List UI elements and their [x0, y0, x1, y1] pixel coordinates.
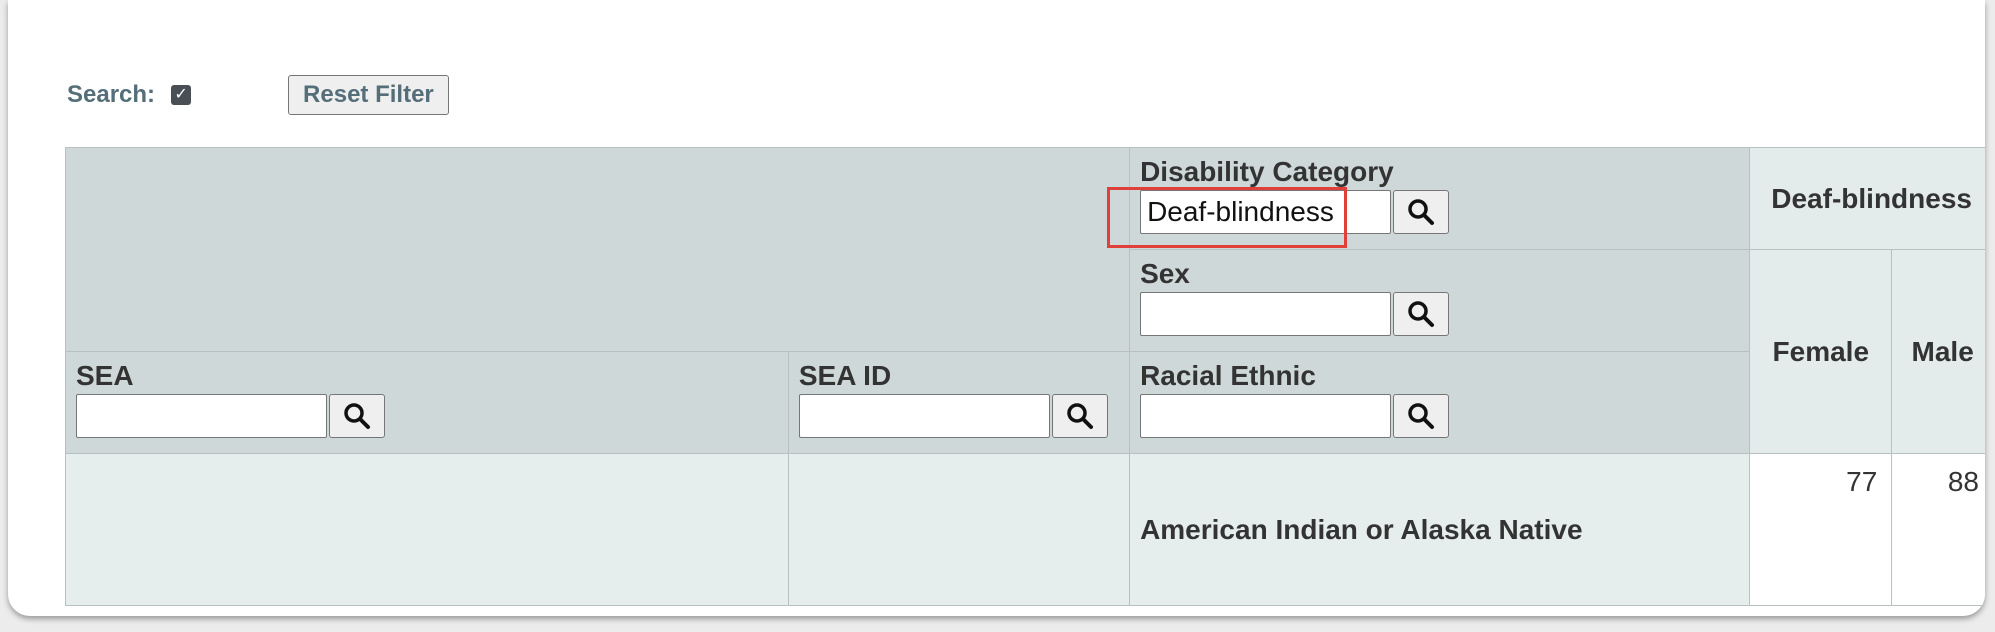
- disability-category-search-button[interactable]: [1393, 190, 1450, 234]
- sex-label: Sex: [1140, 258, 1190, 289]
- sex-input[interactable]: [1140, 292, 1392, 336]
- sex-search-button[interactable]: [1393, 292, 1450, 336]
- male-header: Male: [1891, 249, 1985, 454]
- checkmark-icon: ✓: [174, 86, 188, 103]
- sea-id-search-button[interactable]: [1051, 394, 1108, 438]
- disability-category-filter-cell: Disability Category: [1129, 147, 1751, 250]
- racial-ethnic-input[interactable]: [1140, 394, 1392, 438]
- table-row: American Indian or Alaska Native 77 88: [65, 453, 1985, 606]
- racial-ethnic-row-header: American Indian or Alaska Native: [1129, 453, 1751, 606]
- sea-cell: [65, 453, 789, 606]
- sea-id-input[interactable]: [798, 394, 1050, 438]
- racial-ethnic-search-button[interactable]: [1393, 394, 1450, 438]
- disability-category-input[interactable]: [1140, 190, 1392, 234]
- racial-ethnic-filter-cell: Racial Ethnic: [1129, 351, 1751, 454]
- pivot-table: Disability Category Deaf-blindness Sex: [64, 147, 1985, 606]
- search-icon: [1408, 199, 1435, 225]
- female-header: Female: [1749, 249, 1893, 454]
- sea-id-filter-cell: SEA ID: [787, 351, 1131, 454]
- category-value-header: Deaf-blindness: [1749, 147, 1985, 250]
- pivot-panel: Search: ✓ Reset Filter Disability Catego…: [8, 0, 1985, 616]
- search-icon: [1408, 403, 1435, 429]
- search-checkbox[interactable]: ✓: [171, 85, 192, 105]
- male-value-cell: 88: [1891, 453, 1985, 606]
- reset-filter-button[interactable]: Reset Filter: [288, 75, 449, 115]
- sea-id-cell: [787, 453, 1131, 606]
- filter-toolbar: Search: ✓ Reset Filter: [67, 75, 449, 115]
- sea-label: SEA: [76, 360, 134, 391]
- search-label: Search:: [67, 81, 156, 108]
- sea-id-label: SEA ID: [798, 360, 892, 391]
- search-icon: [1408, 301, 1435, 327]
- sea-input[interactable]: [76, 394, 327, 438]
- empty-corner-cell: [64, 147, 1131, 352]
- sea-search-button[interactable]: [329, 394, 385, 438]
- search-icon: [344, 403, 370, 429]
- sex-filter-cell: Sex: [1129, 249, 1751, 352]
- disability-category-label: Disability Category: [1140, 156, 1394, 187]
- racial-ethnic-label: Racial Ethnic: [1140, 360, 1316, 391]
- search-icon: [1067, 403, 1093, 429]
- sea-filter-cell: SEA: [65, 351, 789, 454]
- female-value-cell: 77: [1749, 453, 1893, 606]
